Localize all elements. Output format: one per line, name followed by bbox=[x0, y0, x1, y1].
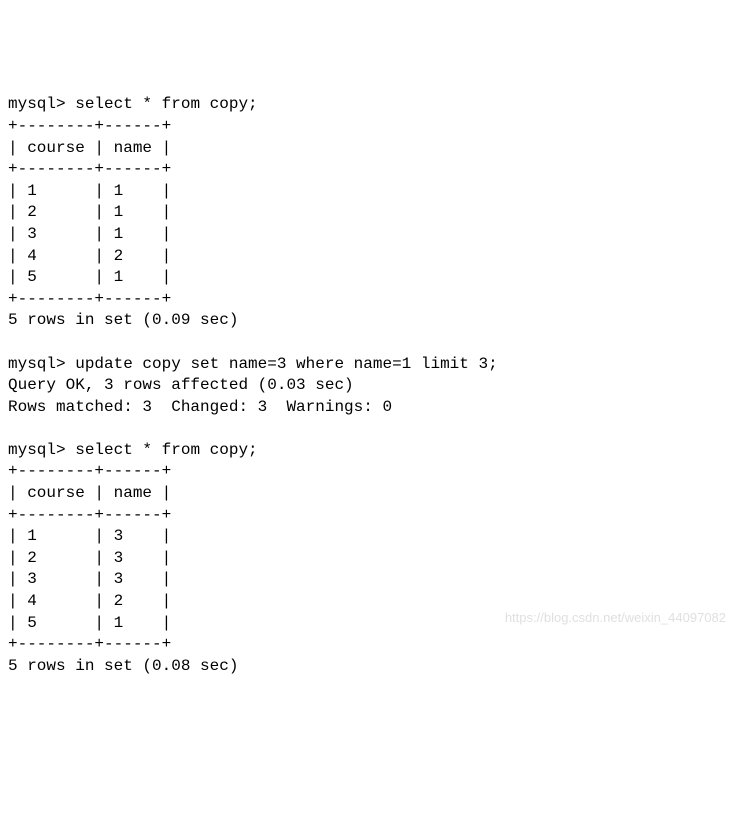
sql-command: select * from copy; bbox=[75, 95, 257, 113]
table-row: | 1 | 1 | bbox=[8, 182, 171, 200]
result-footer: 5 rows in set (0.09 sec) bbox=[8, 311, 238, 329]
sql-command: select * from copy; bbox=[75, 441, 257, 459]
terminal-output: mysql> select * from copy; +--------+---… bbox=[8, 94, 730, 677]
table-header: | course | name | bbox=[8, 484, 171, 502]
table-row: | 5 | 1 | bbox=[8, 614, 171, 632]
mysql-prompt[interactable]: mysql> bbox=[8, 355, 66, 373]
table-row: | 3 | 3 | bbox=[8, 570, 171, 588]
table-row: | 2 | 3 | bbox=[8, 549, 171, 567]
result-line: Rows matched: 3 Changed: 3 Warnings: 0 bbox=[8, 398, 392, 416]
table-row: | 1 | 3 | bbox=[8, 527, 171, 545]
table-row: | 3 | 1 | bbox=[8, 225, 171, 243]
result-footer: 5 rows in set (0.08 sec) bbox=[8, 657, 238, 675]
table-row: | 2 | 1 | bbox=[8, 203, 171, 221]
table-border: +--------+------+ bbox=[8, 635, 171, 653]
table-row: | 4 | 2 | bbox=[8, 247, 171, 265]
table-border: +--------+------+ bbox=[8, 506, 171, 524]
table-border: +--------+------+ bbox=[8, 290, 171, 308]
mysql-prompt[interactable]: mysql> bbox=[8, 441, 66, 459]
table-border: +--------+------+ bbox=[8, 160, 171, 178]
table-border: +--------+------+ bbox=[8, 117, 171, 135]
mysql-prompt[interactable]: mysql> bbox=[8, 95, 66, 113]
sql-command: update copy set name=3 where name=1 limi… bbox=[75, 355, 497, 373]
table-border: +--------+------+ bbox=[8, 462, 171, 480]
result-line: Query OK, 3 rows affected (0.03 sec) bbox=[8, 376, 354, 394]
table-row: | 4 | 2 | bbox=[8, 592, 171, 610]
table-row: | 5 | 1 | bbox=[8, 268, 171, 286]
table-header: | course | name | bbox=[8, 139, 171, 157]
